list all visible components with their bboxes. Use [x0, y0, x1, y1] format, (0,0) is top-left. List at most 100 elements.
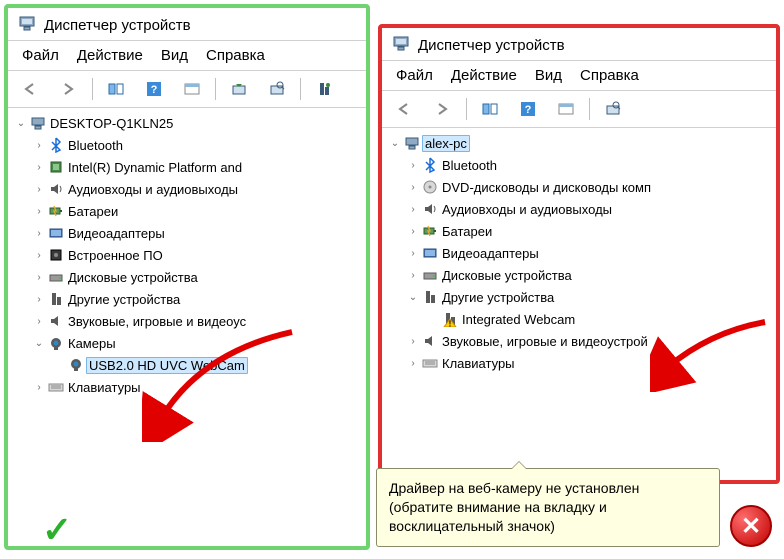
tree-node-battery[interactable]: › Батареи — [8, 200, 366, 222]
toolbar-detail-button[interactable] — [473, 95, 507, 123]
tree-node-bluetooth[interactable]: › Bluetooth — [8, 134, 366, 156]
toolbar-help-button[interactable]: ? — [511, 95, 545, 123]
root-label: DESKTOP-Q1KLN25 — [48, 116, 173, 131]
node-label: Встроенное ПО — [66, 248, 163, 263]
toolbar-forward-button[interactable] — [426, 95, 460, 123]
expand-icon[interactable]: › — [406, 204, 420, 215]
tree-node-firmware[interactable]: › Встроенное ПО — [8, 244, 366, 266]
tree-node-battery[interactable]: › Батареи — [382, 220, 776, 242]
menu-bar: Файл Действие Вид Справка — [382, 61, 776, 90]
menu-file[interactable]: Файл — [22, 47, 59, 64]
menu-view[interactable]: Вид — [161, 47, 188, 64]
expand-icon[interactable]: › — [32, 250, 46, 261]
node-label: Дисковые устройства — [440, 268, 572, 283]
device-tree: ⌄ alex-pc › Bluetooth › DVD-дисководы и … — [382, 128, 776, 378]
toolbar-forward-button[interactable] — [52, 75, 86, 103]
menu-file[interactable]: Файл — [396, 67, 433, 84]
other-device-icon — [46, 291, 66, 307]
tree-node-intel[interactable]: › Intel(R) Dynamic Platform and — [8, 156, 366, 178]
menu-bar: Файл Действие Вид Справка — [8, 41, 366, 70]
toolbar-separator — [300, 78, 301, 100]
toolbar-scan-button[interactable] — [596, 95, 630, 123]
expand-icon[interactable]: › — [406, 336, 420, 347]
menu-action[interactable]: Действие — [451, 67, 517, 84]
toolbar-separator — [215, 78, 216, 100]
toolbar-update-button[interactable] — [222, 75, 256, 103]
tooltip-text: Драйвер на веб-камеру не установлен (обр… — [389, 480, 639, 534]
toolbar: ? — [8, 71, 366, 107]
tree-node-disk[interactable]: › Дисковые устройства — [8, 266, 366, 288]
toolbar-properties-button[interactable] — [175, 75, 209, 103]
expand-icon[interactable]: › — [32, 316, 46, 327]
tree-node-keyboards[interactable]: › Клавиатуры — [382, 352, 776, 374]
expand-icon[interactable]: › — [406, 358, 420, 369]
node-label: Батареи — [66, 204, 118, 219]
tree-node-keyboards[interactable]: › Клавиатуры — [8, 376, 366, 398]
svg-text:?: ? — [525, 104, 532, 116]
disk-icon — [420, 267, 440, 283]
menu-help[interactable]: Справка — [206, 47, 265, 64]
node-label: Аудиовходы и аудиовыходы — [66, 182, 238, 197]
expand-icon[interactable]: › — [406, 270, 420, 281]
expand-icon[interactable]: › — [32, 184, 46, 195]
tree-node-cameras[interactable]: ⌄ Камеры — [8, 332, 366, 354]
keyboard-icon — [420, 355, 440, 371]
tree-node-disk[interactable]: › Дисковые устройства — [382, 264, 776, 286]
menu-help[interactable]: Справка — [580, 67, 639, 84]
computer-icon — [18, 14, 36, 36]
toolbar-help-button[interactable]: ? — [137, 75, 171, 103]
expand-icon[interactable]: › — [32, 228, 46, 239]
menu-action[interactable]: Действие — [77, 47, 143, 64]
node-label: Bluetooth — [66, 138, 123, 153]
toolbar-detail-button[interactable] — [99, 75, 133, 103]
expand-icon[interactable]: › — [32, 162, 46, 173]
title-bar: Диспетчер устройств — [382, 28, 776, 60]
node-label: Видеоадаптеры — [66, 226, 165, 241]
tree-root[interactable]: ⌄ DESKTOP-Q1KLN25 — [8, 112, 366, 134]
node-label: Bluetooth — [440, 158, 497, 173]
expand-icon[interactable]: › — [32, 382, 46, 393]
expand-icon[interactable]: › — [406, 226, 420, 237]
expand-icon[interactable]: › — [406, 160, 420, 171]
tree-node-sound[interactable]: › Звуковые, игровые и видеоус — [8, 310, 366, 332]
tree-root[interactable]: ⌄ alex-pc — [382, 132, 776, 154]
success-checkmark-icon: ✓ — [42, 509, 72, 551]
device-manager-window-right: Диспетчер устройств Файл Действие Вид Сп… — [378, 24, 780, 484]
webcam-label: Integrated Webcam — [460, 312, 575, 327]
tree-node-audio[interactable]: › Аудиовходы и аудиовыходы — [8, 178, 366, 200]
toolbar-scan-hw-button[interactable] — [307, 75, 341, 103]
tree-node-bluetooth[interactable]: › Bluetooth — [382, 154, 776, 176]
expand-icon[interactable]: › — [406, 182, 420, 193]
expand-icon[interactable]: › — [32, 206, 46, 217]
tree-node-video[interactable]: › Видеоадаптеры — [8, 222, 366, 244]
collapse-icon[interactable]: ⌄ — [14, 118, 28, 129]
tree-node-audio[interactable]: › Аудиовходы и аудиовыходы — [382, 198, 776, 220]
svg-text:?: ? — [151, 84, 158, 96]
audio-icon — [46, 181, 66, 197]
menu-view[interactable]: Вид — [535, 67, 562, 84]
collapse-icon[interactable]: ⌄ — [406, 292, 420, 303]
tree-item-integrated-webcam[interactable]: ! Integrated Webcam — [382, 308, 776, 330]
expand-icon[interactable]: › — [406, 248, 420, 259]
expand-icon[interactable]: › — [32, 140, 46, 151]
tree-item-webcam-selected[interactable]: USB2.0 HD UVC WebCam — [8, 354, 366, 376]
tree-node-dvd[interactable]: › DVD-дисководы и дисководы комп — [382, 176, 776, 198]
node-label: Звуковые, игровые и видеоустрой — [440, 334, 648, 349]
collapse-icon[interactable]: ⌄ — [388, 138, 402, 149]
toolbar-back-button[interactable] — [14, 75, 48, 103]
tree-node-video[interactable]: › Видеоадаптеры — [382, 242, 776, 264]
tree-node-other[interactable]: ⌄ Другие устройства — [382, 286, 776, 308]
toolbar-properties-button[interactable] — [549, 95, 583, 123]
tree-node-sound[interactable]: › Звуковые, игровые и видеоустрой — [382, 330, 776, 352]
webcam-icon — [66, 357, 86, 373]
error-x-icon: ✕ — [730, 505, 772, 547]
expand-icon[interactable]: › — [32, 294, 46, 305]
toolbar-back-button[interactable] — [388, 95, 422, 123]
collapse-icon[interactable]: ⌄ — [32, 338, 46, 349]
toolbar-scan-button[interactable] — [260, 75, 294, 103]
svg-text:!: ! — [449, 320, 452, 328]
toolbar: ? — [382, 91, 776, 127]
expand-icon[interactable]: › — [32, 272, 46, 283]
disc-icon — [420, 179, 440, 195]
tree-node-other[interactable]: › Другие устройства — [8, 288, 366, 310]
